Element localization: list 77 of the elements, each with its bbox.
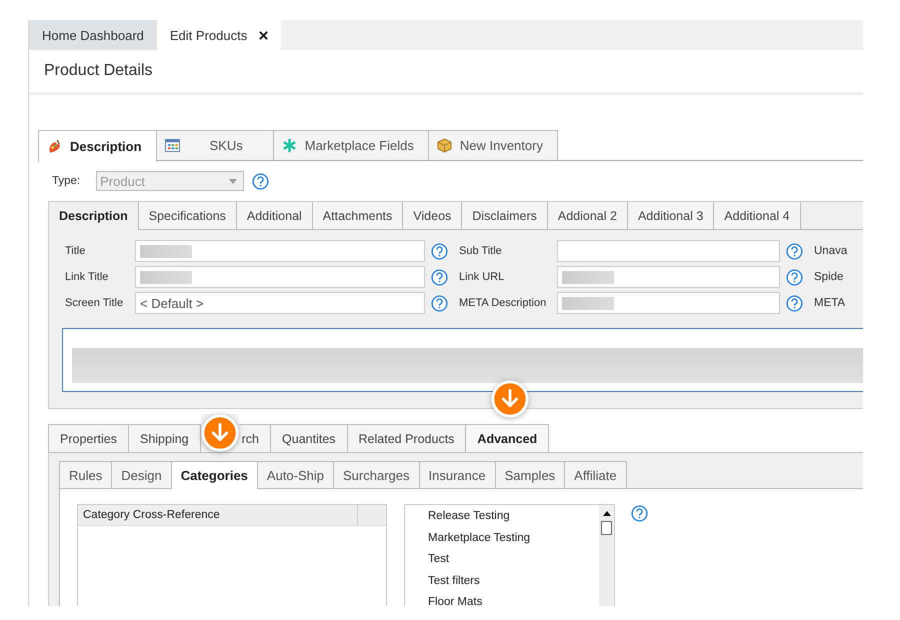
help-icon[interactable]: [786, 242, 803, 260]
type-label: Type:: [52, 175, 80, 187]
text-field[interactable]: [135, 240, 425, 262]
tab[interactable]: Related Products: [346, 424, 466, 452]
field-value: < Default >: [140, 296, 204, 310]
tab[interactable]: Additional 4: [714, 202, 801, 229]
help-icon[interactable]: [431, 294, 448, 312]
section-tab[interactable]: Description: [38, 130, 157, 162]
section-tab[interactable]: SKUs: [156, 130, 274, 160]
text-field[interactable]: [135, 266, 425, 288]
tab[interactable]: Surcharges: [333, 461, 420, 488]
tab[interactable]: Properties: [48, 424, 129, 452]
tab[interactable]: Additional: [236, 202, 313, 229]
help-icon[interactable]: [431, 242, 448, 260]
document-tab[interactable]: Home Dashboard: [29, 20, 157, 50]
tab[interactable]: Disclaimers: [462, 202, 548, 229]
field-label: Spide: [813, 271, 844, 283]
field-label: Title: [65, 245, 86, 257]
tab[interactable]: Specifications: [138, 202, 237, 229]
list-item[interactable]: Test: [428, 550, 599, 572]
tab[interactable]: Rules: [59, 461, 112, 488]
field-label: META: [813, 297, 846, 309]
tab[interactable]: Attachments: [312, 202, 404, 229]
text-field[interactable]: [557, 240, 780, 262]
tab[interactable]: Quantites: [270, 424, 348, 452]
tab[interactable]: rch: [238, 424, 272, 452]
help-icon[interactable]: [786, 294, 803, 312]
field-label: Link URL: [458, 271, 506, 283]
page-title: Product Details: [44, 62, 152, 80]
field-label: Screen Title: [65, 297, 124, 309]
tab-label: Edit Products: [170, 28, 248, 42]
redacted-value: [140, 270, 192, 284]
tab[interactable]: Auto-Ship: [256, 461, 334, 488]
tab[interactable]: Addional 2: [548, 202, 628, 229]
tab-label: Home Dashboard: [42, 28, 144, 42]
text-field[interactable]: [557, 292, 780, 314]
document-tab[interactable]: Edit Products: [156, 20, 282, 50]
paint-palette-icon: [47, 139, 62, 154]
table-icon: [164, 139, 180, 152]
scrollbar[interactable]: [599, 505, 614, 606]
list-item[interactable]: Marketplace Testing: [428, 528, 599, 550]
tab[interactable]: Shipping: [128, 424, 201, 452]
list-item[interactable]: Release Testing: [428, 507, 599, 529]
section-tab[interactable]: New Inventory: [428, 130, 558, 160]
help-icon[interactable]: [631, 505, 648, 522]
scroll-up-icon[interactable]: [602, 511, 610, 516]
tab[interactable]: Advanced: [465, 424, 550, 452]
tab[interactable]: Description: [49, 202, 139, 230]
text-field[interactable]: < Default >: [135, 292, 425, 314]
caret-icon: [229, 178, 238, 184]
tab[interactable]: Insurance: [418, 461, 496, 488]
redacted-value: [140, 244, 192, 258]
tab[interactable]: Samples: [494, 461, 566, 488]
redacted-value: [562, 296, 614, 310]
tab[interactable]: Categories: [170, 461, 258, 489]
section-tab[interactable]: Marketplace Fields: [272, 130, 429, 160]
close-icon[interactable]: [259, 30, 268, 40]
tab[interactable]: Additional 3: [628, 202, 714, 229]
package-icon: [436, 138, 452, 153]
tab[interactable]: Videos: [403, 202, 462, 229]
asterisk-icon: [282, 138, 297, 153]
description-editor[interactable]: [62, 328, 863, 392]
tab[interactable]: Affiliate: [564, 461, 627, 488]
field-label: Unava: [813, 245, 848, 257]
field-label: Link Title: [65, 271, 110, 283]
tab[interactable]: Design: [111, 461, 172, 488]
help-icon[interactable]: [252, 172, 270, 190]
text-field[interactable]: [557, 266, 780, 288]
help-icon[interactable]: [431, 268, 448, 286]
help-icon[interactable]: [786, 268, 803, 286]
field-label: META Description: [458, 297, 548, 309]
list-item[interactable]: Floor Mats: [428, 593, 599, 606]
down-arrow-marker-icon: [491, 380, 529, 418]
list-item[interactable]: Test filters: [428, 572, 599, 594]
scroll-thumb[interactable]: [601, 521, 612, 535]
field-label: Sub Title: [458, 245, 503, 257]
redacted-value: [562, 270, 614, 284]
